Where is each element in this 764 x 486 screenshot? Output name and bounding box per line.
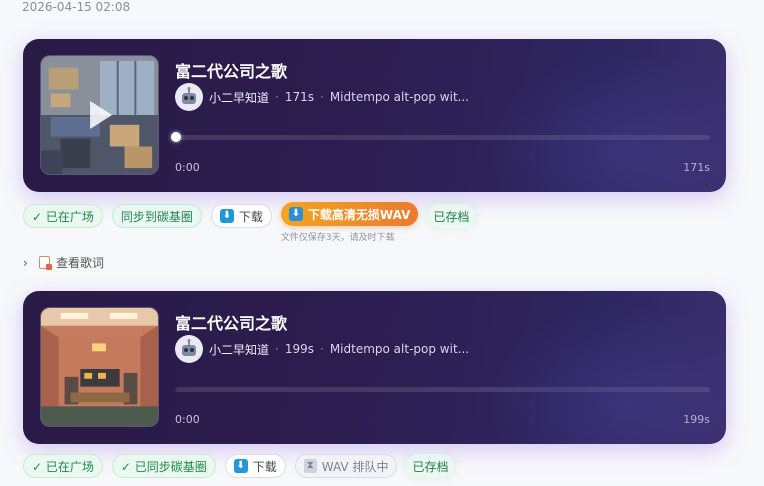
archived-badge: 已存档 [427, 204, 476, 228]
sync-button[interactable]: 同步到碳基圈 [111, 204, 202, 228]
time-total: 199s [683, 413, 710, 426]
timestamp: 2026-04-15 02:08 [22, 0, 131, 14]
hq-wav-group: ⬇ 下载高清无损WAV 文件仅保存3天，请及时下载 [280, 202, 419, 243]
separator: · [320, 342, 324, 356]
download-label: 下载 [238, 209, 263, 224]
song-actions: ✓ 已在广场 同步到碳基圈 ⬇ 下载 ⬇ 下载高清无损WAV 文件仅保存3天，请… [23, 202, 476, 243]
play-icon[interactable] [89, 101, 112, 129]
cover-art[interactable] [40, 307, 159, 427]
progress-track[interactable] [171, 132, 710, 142]
author-name[interactable]: 小二早知道 [209, 89, 269, 106]
separator: · [275, 342, 279, 356]
robot-icon [182, 87, 196, 104]
duration: 199s [284, 342, 314, 356]
author-name[interactable]: 小二早知道 [209, 341, 269, 358]
synced-badge[interactable]: ✓ 已同步碳基圈 [111, 454, 216, 478]
download-icon: ⬇ [288, 207, 303, 221]
time-total: 171s [683, 161, 710, 174]
separator: · [320, 90, 324, 104]
cover-art[interactable] [40, 55, 159, 175]
time-current: 0:00 [175, 161, 200, 174]
progress-knob[interactable] [171, 132, 181, 142]
wav-retention-note: 文件仅保存3天，请及时下载 [280, 233, 395, 243]
song-card: 富二代公司之歌 小二早知道 · 199s · Midtempo alt-pop … [23, 291, 726, 444]
document-icon [39, 256, 52, 270]
song-title: 富二代公司之歌 [175, 314, 288, 333]
view-lyrics-label: 查看歌词 [56, 256, 105, 270]
style-description: Midtempo alt-pop wit... [329, 90, 470, 104]
download-button[interactable]: ⬇ 下载 [210, 204, 272, 228]
in-plaza-badge[interactable]: ✓ 已在广场 [23, 204, 103, 228]
time-current: 0:00 [175, 413, 200, 426]
robot-icon [182, 339, 196, 356]
song-title: 富二代公司之歌 [175, 62, 288, 81]
duration: 171s [284, 90, 314, 104]
song-actions: ✓ 已在广场 ✓ 已同步碳基圈 ⬇ 下载 ⧗ WAV 排队中 已存档 [23, 454, 455, 480]
hourglass-icon: ⧗ [303, 459, 317, 473]
download-label: 下载 [252, 459, 277, 474]
style-description: Midtempo alt-pop wit... [329, 342, 470, 356]
song-meta: 小二早知道 · 171s · Midtempo alt-pop wit... [175, 83, 469, 111]
cover-image-office-room [41, 308, 158, 426]
download-wav-button[interactable]: ⬇ 下载高清无损WAV [280, 202, 419, 226]
song-meta: 小二早知道 · 199s · Midtempo alt-pop wit... [175, 335, 469, 363]
download-wav-label: 下载高清无损WAV [307, 207, 411, 222]
avatar[interactable] [175, 83, 203, 111]
separator: · [275, 90, 279, 104]
chevron-right-icon: › [23, 255, 28, 270]
avatar[interactable] [175, 335, 203, 363]
wav-queue-button[interactable]: ⧗ WAV 排队中 [294, 454, 398, 478]
song-card: 富二代公司之歌 小二早知道 · 171s · Midtempo alt-pop … [23, 39, 726, 192]
wav-queue-label: WAV 排队中 [321, 459, 389, 474]
download-icon: ⬇ [219, 209, 234, 223]
view-lyrics-toggle[interactable]: › 查看歌词 [23, 254, 104, 271]
in-plaza-badge[interactable]: ✓ 已在广场 [23, 454, 103, 478]
download-button[interactable]: ⬇ 下载 [224, 454, 286, 478]
download-icon: ⬇ [233, 459, 248, 473]
progress-track[interactable] [175, 387, 710, 392]
archived-badge: 已存档 [406, 454, 455, 478]
